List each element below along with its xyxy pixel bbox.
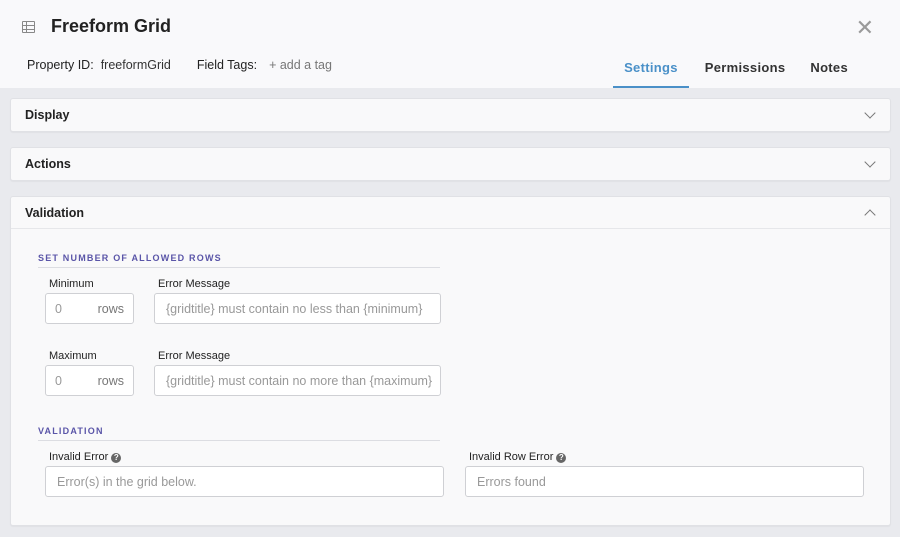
invalid-error-label-wrap: Invalid Error? bbox=[49, 451, 122, 463]
grid-icon bbox=[22, 20, 35, 33]
field-tags-label: Field Tags: bbox=[196, 58, 258, 72]
chevron-up-icon[interactable] bbox=[864, 208, 876, 221]
page-title: Freeform Grid bbox=[51, 16, 172, 36]
invalid-row-error-label-wrap: Invalid Row Error? bbox=[469, 451, 567, 463]
validation-section: Validation SET NUMBER OF ALLOWED ROWS Mi… bbox=[10, 196, 891, 526]
min-error-message-placeholder: {gridtitle} must contain no less than {m… bbox=[166, 301, 423, 316]
validation-section-title: Validation bbox=[25, 205, 85, 220]
max-error-message-label: Error Message bbox=[158, 350, 231, 362]
minimum-rows-input[interactable]: 0 rows bbox=[45, 293, 134, 324]
modal-header: Freeform Grid ✕ Property ID: freeformGri… bbox=[0, 0, 900, 88]
add-tag-link[interactable]: + add a tag bbox=[269, 58, 332, 72]
display-section-title: Display bbox=[25, 108, 70, 122]
maximum-label: Maximum bbox=[49, 350, 97, 362]
rows-group-label: SET NUMBER OF ALLOWED ROWS bbox=[38, 253, 440, 268]
validation-group-label: VALIDATION bbox=[38, 426, 440, 441]
minimum-rows-suffix: rows bbox=[97, 301, 124, 316]
property-id-label: Property ID: bbox=[27, 58, 94, 72]
actions-section-title: Actions bbox=[25, 157, 71, 171]
invalid-row-error-input[interactable]: Errors found bbox=[465, 466, 864, 497]
invalid-row-error-placeholder: Errors found bbox=[477, 474, 546, 489]
maximum-rows-input[interactable]: 0 rows bbox=[45, 365, 134, 396]
max-error-message-placeholder: {gridtitle} must contain no more than {m… bbox=[166, 373, 433, 388]
help-icon[interactable]: ? bbox=[556, 453, 567, 463]
invalid-error-placeholder: Error(s) in the grid below. bbox=[57, 474, 197, 489]
max-error-message-input[interactable]: {gridtitle} must contain no more than {m… bbox=[154, 365, 441, 396]
invalid-error-input[interactable]: Error(s) in the grid below. bbox=[45, 466, 444, 497]
meta-row: Property ID: freeformGrid Field Tags: + … bbox=[27, 58, 332, 72]
tab-notes[interactable]: Notes bbox=[798, 52, 860, 88]
actions-section-header[interactable]: Actions bbox=[11, 148, 890, 180]
help-icon[interactable]: ? bbox=[111, 453, 122, 463]
display-section-header[interactable]: Display bbox=[11, 99, 890, 131]
tab-bar: Settings Permissions Notes bbox=[613, 52, 860, 88]
property-id-value: freeformGrid bbox=[100, 58, 171, 72]
min-error-message-label: Error Message bbox=[158, 278, 231, 290]
validation-section-header[interactable]: Validation bbox=[11, 197, 890, 229]
invalid-error-label: Invalid Error bbox=[49, 451, 109, 463]
tab-permissions[interactable]: Permissions bbox=[693, 52, 798, 88]
min-error-message-input[interactable]: {gridtitle} must contain no less than {m… bbox=[154, 293, 441, 324]
display-section: Display bbox=[10, 98, 891, 132]
tab-settings[interactable]: Settings bbox=[613, 52, 689, 88]
maximum-rows-suffix: rows bbox=[97, 373, 124, 388]
close-button[interactable]: ✕ bbox=[856, 17, 874, 39]
actions-section: Actions bbox=[10, 147, 891, 181]
chevron-down-icon[interactable] bbox=[864, 107, 876, 119]
maximum-rows-placeholder: 0 bbox=[55, 373, 62, 388]
invalid-row-error-label: Invalid Row Error bbox=[469, 451, 554, 463]
title-row: Freeform Grid bbox=[22, 16, 171, 37]
minimum-label: Minimum bbox=[49, 278, 94, 290]
chevron-down-icon[interactable] bbox=[864, 156, 876, 168]
minimum-rows-placeholder: 0 bbox=[55, 301, 62, 316]
